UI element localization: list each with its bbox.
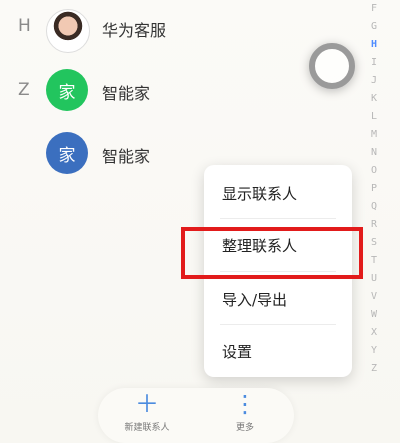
- new-contact-label: 新建联系人: [124, 423, 170, 433]
- alphabet-index-bar[interactable]: F G H I J K L M N O P Q R S T U V W X Y …: [366, 0, 382, 443]
- index-letter[interactable]: X: [366, 327, 382, 338]
- floating-touch-knob[interactable]: [309, 43, 355, 89]
- index-letter[interactable]: S: [366, 237, 382, 248]
- section-letter-z: Z: [18, 80, 30, 100]
- more-vertical-icon: ⋮: [233, 390, 257, 418]
- more-button[interactable]: ⋮ 更多: [196, 388, 294, 443]
- index-letter[interactable]: Y: [366, 345, 382, 356]
- index-letter[interactable]: P: [366, 183, 382, 194]
- index-letter[interactable]: I: [366, 57, 382, 68]
- contact-avatar-text: 家: [46, 132, 88, 174]
- plus-icon: ＋: [135, 390, 159, 418]
- index-letter[interactable]: G: [366, 21, 382, 32]
- index-letter[interactable]: Q: [366, 201, 382, 212]
- menu-divider: [220, 271, 336, 272]
- index-letter[interactable]: U: [366, 273, 382, 284]
- index-letter[interactable]: V: [366, 291, 382, 302]
- contact-avatar-photo: [46, 9, 90, 53]
- more-options-menu: 显示联系人 整理联系人 导入/导出 设置: [204, 165, 352, 377]
- more-label: 更多: [235, 423, 254, 433]
- menu-item-import-export[interactable]: 导入/导出: [204, 273, 352, 325]
- index-letter[interactable]: W: [366, 309, 382, 320]
- index-letter[interactable]: T: [366, 255, 382, 266]
- index-letter[interactable]: J: [366, 75, 382, 86]
- contact-name: 智能家: [102, 84, 151, 103]
- index-letter[interactable]: Z: [366, 363, 382, 374]
- index-letter[interactable]: O: [366, 165, 382, 176]
- index-letter[interactable]: K: [366, 93, 382, 104]
- menu-item-show-contacts[interactable]: 显示联系人: [204, 167, 352, 219]
- index-letter[interactable]: F: [366, 3, 382, 14]
- bottom-action-bar: ＋ 新建联系人 ⋮ 更多: [98, 388, 294, 443]
- index-letter[interactable]: L: [366, 111, 382, 122]
- index-letter-active[interactable]: H: [366, 39, 382, 50]
- menu-item-settings[interactable]: 设置: [204, 325, 352, 377]
- index-letter[interactable]: N: [366, 147, 382, 158]
- contact-name: 智能家: [102, 147, 151, 166]
- contact-name: 华为客服: [102, 21, 167, 40]
- new-contact-button[interactable]: ＋ 新建联系人: [98, 388, 196, 443]
- contact-avatar-text: 家: [46, 69, 88, 111]
- index-letter[interactable]: M: [366, 129, 382, 140]
- menu-item-organize-contacts[interactable]: 整理联系人: [204, 219, 352, 271]
- index-letter[interactable]: R: [366, 219, 382, 230]
- section-letter-h: H: [18, 16, 31, 36]
- contacts-screen: H 华为客服 Z 家 智能家 家 智能家 F G H I J K L M N O…: [0, 0, 400, 443]
